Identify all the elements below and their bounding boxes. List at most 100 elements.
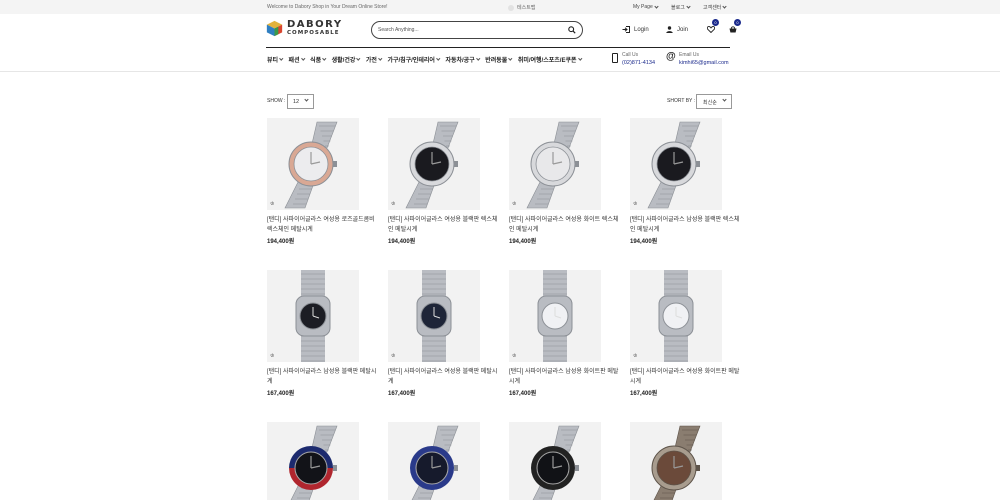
user-icon [666,26,673,33]
product-card[interactable]: ♔ [388,422,498,500]
product-image[interactable]: ♔ [388,270,480,362]
watch-image-icon [284,121,338,209]
header-divider [0,71,1000,72]
nav-item-label: 뷰티 [267,58,279,64]
product-image[interactable]: ♔ [509,422,601,500]
product-image[interactable]: ♔ [388,118,480,210]
watch-image-icon [410,425,459,500]
nav-item-food[interactable]: 식품 [310,55,327,64]
search-icon[interactable] [568,26,576,34]
blog-label: 블로그 [671,5,685,11]
my-page-link[interactable]: My Page [633,3,659,10]
nav-item-label: 가전 [365,58,377,64]
nav-item-label: 가구/침구/인테리어 [387,58,435,64]
email-us-address: kimhi65@gmail.com [679,60,729,66]
product-card[interactable]: ♔ [탠디] 사파이어글라스 여성용 블랙판 렉스체인 메탈시계 194,400원 [388,118,498,245]
category-nav: 뷰티 패션 식품 생활/건강 가전 가구/침구/인테리어 자동차/공구 반려동물… [267,55,582,64]
watch-image-icon [289,425,338,500]
chevron-down-icon [436,56,440,61]
product-image[interactable]: ♔ [388,422,480,500]
product-name[interactable]: [탠디] 사파이어글라스 여성용 블랙판 렉스체인 메탈시계 [388,215,498,235]
join-label: Join [677,26,689,33]
show-count-select[interactable]: 12 [287,94,314,109]
email-us[interactable]: Email Us kimhi65@gmail.com [679,52,729,66]
cart-count-badge: 0 [734,19,741,26]
blog-link[interactable]: 블로그 [671,4,691,11]
show-count-value: 12 [293,99,300,105]
logo-title: DABORY [287,19,343,30]
product-card[interactable]: ♔ [267,422,377,500]
phone-icon [612,53,618,63]
product-price: 167,400원 [509,391,537,397]
product-image[interactable]: ♔ [267,422,359,500]
chevron-down-icon [686,4,691,9]
nav-item-beauty[interactable]: 뷰티 [267,55,284,64]
chevron-down-icon [356,56,361,61]
product-image[interactable]: ♔ [630,422,722,500]
chevron-down-icon [301,56,305,61]
product-image[interactable]: ♔ [267,118,359,210]
join-link[interactable]: Join [666,26,688,33]
product-image[interactable]: ♔ [509,270,601,362]
welcome-text: Welcome to Dabory Shop in Your Dream Onl… [267,4,388,10]
nav-item-living[interactable]: 생활/건강 [332,55,361,64]
watch-image-icon [416,270,452,362]
product-name[interactable]: [탠디] 사파이어글라스 여성용 로즈골드콤비 렉스체인 메탈시계 [267,215,377,235]
test-label: 테스트맵 [517,5,536,11]
brand-logo: ♔ [391,353,396,359]
product-name[interactable]: [탠디] 사파이어글라스 여성용 화이트 렉스체인 메탈시계 [509,215,619,235]
search-placeholder: Search Anything... [378,27,419,33]
product-card[interactable]: ♔ [탠디] 사파이어글라스 남성용 블랙판 렉스체인 메탈시계 194,400원 [630,118,740,245]
nav-item-hobby[interactable]: 취미/여행/스포츠/E쿠폰 [518,55,582,64]
top-bar: Welcome to Dabory Shop in Your Dream Onl… [0,0,1000,14]
product-image[interactable]: ♔ [509,118,601,210]
product-card[interactable]: ♔ [509,422,619,500]
product-image[interactable]: ♔ [630,270,722,362]
product-name[interactable]: [탠디] 사파이어글라스 여성용 화이트판 메탈시계 [630,367,740,387]
product-name[interactable]: [탠디] 사파이어글라스 여성용 블랙판 메탈시계 [388,367,498,387]
sort-select[interactable]: 최신순 [696,94,732,109]
nav-divider [266,47,730,48]
product-name[interactable]: [탠디] 사파이어글라스 남성용 블랙판 렉스체인 메탈시계 [630,215,740,235]
customer-center-link[interactable]: 고객센터 [703,4,728,11]
watch-image-icon [651,425,701,500]
brand-logo: ♔ [633,353,638,359]
test-link[interactable]: 테스트맵 [508,4,535,11]
product-card[interactable]: ♔ [탠디] 사파이어글라스 남성용 블랙판 메탈시계 167,400원 [267,270,377,397]
chevron-down-icon [322,56,327,61]
product-price: 194,400원 [630,239,658,245]
search-input[interactable]: Search Anything... [371,21,583,39]
product-card[interactable]: ♔ [탠디] 사파이어글라스 여성용 블랙판 메탈시계 167,400원 [388,270,498,397]
call-us[interactable]: Call Us (02)871-4134 [622,52,655,66]
product-image[interactable]: ♔ [267,270,359,362]
nav-item-pet[interactable]: 반려동물 [485,55,513,64]
brand-logo: ♔ [391,201,396,207]
product-card[interactable]: ♔ [탠디] 사파이어글라스 남성용 화이트판 메탈시계 167,400원 [509,270,619,397]
chevron-down-icon [654,3,659,9]
cart-button[interactable] [729,26,737,33]
logo[interactable]: DABORY COMPOSABLE [266,20,343,37]
product-card[interactable]: ♔ [탠디] 사파이어글라스 여성용 화이트 렉스체인 메탈시계 194,400원 [509,118,619,245]
chevron-down-icon [577,56,582,61]
nav-item-car[interactable]: 자동차/공구 [445,55,480,64]
watch-image-icon [295,270,331,362]
call-us-number: (02)871-4134 [622,60,656,66]
product-name[interactable]: [탠디] 사파이어글라스 남성용 블랙판 메탈시계 [267,367,377,387]
product-card[interactable]: ♔ [630,422,740,500]
product-image[interactable]: ♔ [630,118,722,210]
brand-logo: ♔ [512,353,517,359]
nav-item-furniture[interactable]: 가구/침구/인테리어 [387,55,440,64]
nav-item-label: 반려동물 [485,58,508,64]
product-card[interactable]: ♔ [탠디] 사파이어글라스 여성용 로즈골드콤비 렉스체인 메탈시계 194,40… [267,118,377,245]
nav-item-appliance[interactable]: 가전 [366,55,382,64]
product-card[interactable]: ♔ [탠디] 사파이어글라스 여성용 화이트판 메탈시계 167,400원 [630,270,740,397]
product-price: 194,400원 [388,239,416,245]
watch-image-icon [405,121,459,209]
brand-logo: ♔ [633,201,638,207]
nav-item-label: 자동차/공구 [445,58,475,64]
login-link[interactable]: Login [622,26,649,33]
product-name[interactable]: [탠디] 사파이어글라스 남성용 화이트판 메탈시계 [509,367,619,387]
nav-item-fashion[interactable]: 패션 [289,55,305,64]
wishlist-button[interactable] [707,26,715,33]
login-icon [622,26,630,33]
